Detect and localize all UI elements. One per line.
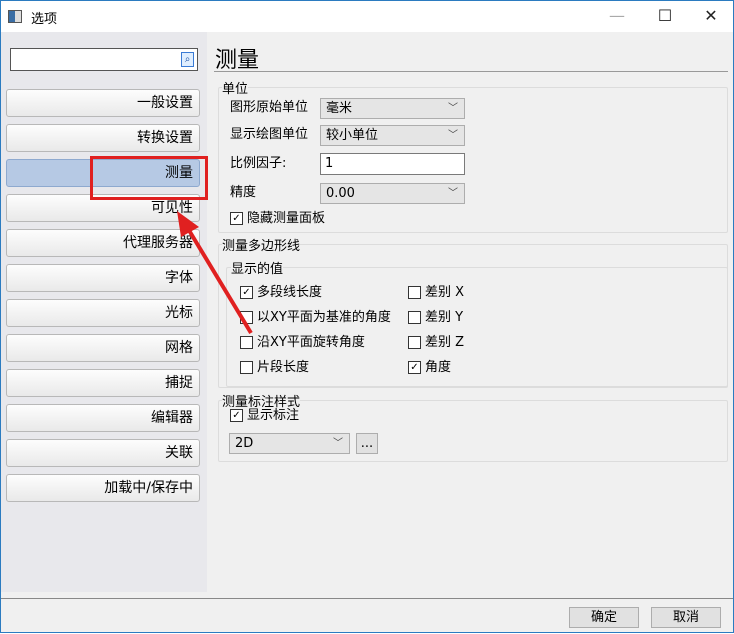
arrow-shaft: [185, 225, 253, 335]
options-dialog: 选项 — ☐ ✕ ⌕ 一般设置 转换设置 测量 可见性 代理服务器 字体 光标 网格 捕捉 编辑器…: [0, 0, 734, 633]
annotation-arrow: [177, 211, 253, 335]
arrow-head: [177, 211, 199, 237]
